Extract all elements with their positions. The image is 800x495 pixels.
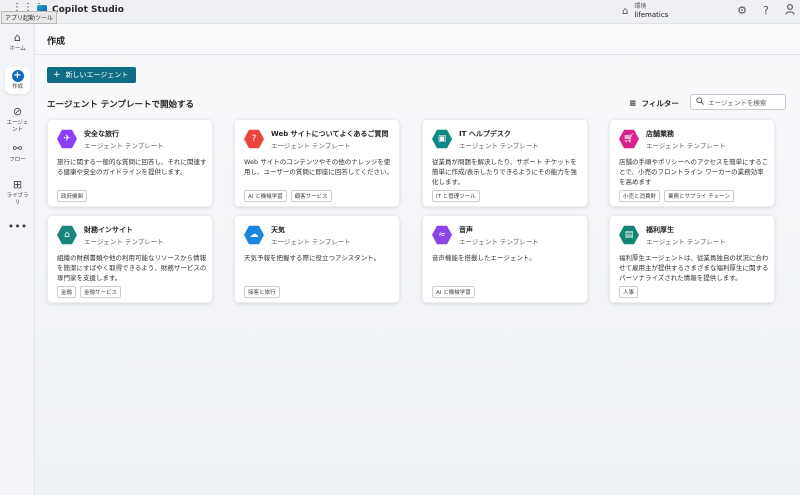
title-divider [35, 54, 800, 55]
main-content: 作成 + 新しいエージェント エージェント テンプレートで開始する ≡ フィルタ… [35, 24, 800, 495]
template-card-safe-travel[interactable]: ✈ 安全な旅行 エージェント テンプレート 旅行に関する一般的な質問に回答し、そ… [47, 119, 213, 207]
new-agent-label: 新しいエージェント [65, 71, 129, 79]
rail-item-home[interactable]: ⌂ ホーム [0, 31, 35, 53]
rail-item-flows[interactable]: ⚯ フロー [0, 142, 35, 164]
card-tag: 政府機関 [57, 190, 88, 202]
card-tag: 金融サービス [80, 286, 122, 298]
rail-label-create: 作成 [11, 84, 23, 90]
card-subtitle: エージェント テンプレート [271, 238, 351, 246]
card-subtitle: エージェント テンプレート [646, 238, 726, 246]
filter-icon: ≡ [629, 98, 637, 109]
environment-picker[interactable]: ⌂ 環境 lifematics [622, 3, 668, 19]
rail-item-create[interactable]: + 作成 [5, 67, 30, 94]
template-card-weather[interactable]: ☁ 天気 エージェント テンプレート 天気予報を把握する際に役立つアシスタント。… [234, 215, 400, 303]
card-tag: AI と機械学習 [432, 286, 475, 298]
environment-label: 環境 [634, 3, 647, 10]
card-title: Web サイトについてよくあるご質問 [271, 130, 389, 138]
search-icon [696, 97, 704, 107]
template-card-it-helpdesk[interactable]: ▣ IT ヘルプデスク エージェント テンプレート 従業員が問題を解決したり、サ… [422, 119, 588, 207]
template-card-voice[interactable]: ≈ 音声 エージェント テンプレート 音声機能を搭載したエージェント。 AI と… [422, 215, 588, 303]
library-icon: ⊞ [12, 178, 23, 191]
account-icon[interactable] [783, 4, 797, 18]
rail-item-library[interactable]: ⊞ ライブラリ [0, 178, 35, 207]
card-description: 組織の財務書類や他の利用可能なリソースから情報を簡潔にすばやく取得できるよう、財… [57, 254, 207, 282]
create-icon: + [11, 70, 24, 82]
document-person-icon: ▤ [619, 225, 639, 245]
settings-icon[interactable]: ⚙ [735, 4, 749, 17]
card-tag: 顧客サービス [290, 190, 332, 202]
airplane-icon: ✈ [57, 129, 77, 149]
monitor-icon: ▣ [432, 129, 452, 149]
card-subtitle: エージェント テンプレート [459, 238, 539, 246]
filter-button[interactable]: ≡ フィルター [629, 98, 679, 109]
card-description: 音声機能を搭載したエージェント。 [432, 254, 536, 262]
left-rail: ⌂ ホーム + 作成 ⊘ エージェント ⚯ フロー ⊞ ライブラリ ••• [0, 24, 35, 495]
template-card-website-faq[interactable]: ? Web サイトについてよくあるご質問 エージェント テンプレート Web サ… [234, 119, 400, 207]
card-tag: 業務とサプライ チェーン [664, 190, 734, 202]
flows-icon: ⚯ [12, 142, 23, 155]
rail-label-flows: フロー [9, 157, 26, 163]
card-tag: AI と機械学習 [244, 190, 287, 202]
card-title: 福利厚生 [646, 226, 674, 234]
card-title: 店舗業務 [646, 130, 674, 138]
card-title: IT ヘルプデスク [459, 130, 511, 138]
card-title: 財務インサイト [84, 226, 133, 234]
card-tag: 人事 [619, 286, 639, 298]
new-agent-button[interactable]: + 新しいエージェント [47, 67, 136, 83]
rail-label-agents: エージェント [6, 120, 29, 133]
home-icon: ⌂ [14, 31, 21, 44]
card-subtitle: エージェント テンプレート [459, 142, 539, 150]
chat-question-icon: ? [244, 129, 264, 149]
environment-value: lifematics [634, 11, 669, 19]
section-title: エージェント テンプレートで開始する [47, 100, 195, 110]
top-bar: ⋮⋮⋮ アプリ起動ツール Copilot Studio ⌂ 環境 lifemat… [0, 0, 800, 24]
card-subtitle: エージェント テンプレート [84, 142, 164, 150]
voice-chat-icon: ≈ [432, 225, 452, 245]
page-title: 作成 [47, 37, 66, 47]
card-tag: 金融 [57, 286, 77, 298]
bank-icon: ⌂ [57, 225, 77, 245]
weather-icon: ☁ [244, 225, 264, 245]
card-tag: IT と管理ツール [432, 190, 480, 202]
card-title: 安全な旅行 [84, 130, 119, 138]
search-input[interactable]: エージェントを検索 [690, 94, 786, 110]
card-title: 音声 [459, 226, 473, 234]
plus-icon: + [53, 70, 61, 80]
help-icon[interactable]: ? [759, 4, 773, 17]
rail-item-more[interactable]: ••• [0, 220, 35, 233]
card-subtitle: エージェント テンプレート [646, 142, 726, 150]
card-description: 福利厚生エージェントは、従業員独自の状況に合わせて雇用主が提供するさまざまな福利… [619, 254, 769, 282]
app-launcher-tooltip: アプリ起動ツール [1, 11, 58, 24]
card-description: 天気予報を把握する際に役立つアシスタント。 [244, 254, 381, 262]
cart-icon: 🛒︎ [619, 129, 639, 149]
filter-label: フィルター [641, 99, 679, 108]
template-card-benefits[interactable]: ▤ 福利厚生 エージェント テンプレート 福利厚生エージェントは、従業員独自の状… [609, 215, 775, 303]
card-description: 従業員が問題を解決したり、サポート チケットを簡単に作成/表示したりできるように… [432, 158, 577, 186]
app-name: Copilot Studio [52, 5, 124, 15]
more-icon: ••• [7, 220, 28, 233]
rail-label-library: ライブラリ [6, 193, 29, 206]
search-placeholder: エージェントを検索 [708, 99, 767, 107]
card-subtitle: エージェント テンプレート [271, 142, 351, 150]
card-tag: 小売と消費財 [619, 190, 661, 202]
card-description: 店舗の手順やポリシーへのアクセスを簡単にすることで、小売のフロントライン ワーカ… [619, 158, 769, 186]
rail-label-home: ホーム [9, 46, 26, 52]
card-subtitle: エージェント テンプレート [84, 238, 164, 246]
agents-icon: ⊘ [12, 105, 23, 118]
card-description: 旅行に関する一般的な質問に回答し、それに関連する健康や安全のガイドラインを提供し… [57, 158, 207, 176]
card-title: 天気 [271, 226, 285, 234]
rail-item-agents[interactable]: ⊘ エージェント [0, 105, 35, 134]
environment-icon: ⌂ [622, 5, 629, 17]
template-card-financial-insights[interactable]: ⌂ 財務インサイト エージェント テンプレート 組織の財務書類や他の利用可能なリ… [47, 215, 213, 303]
card-tag: 接客と旅行 [244, 286, 280, 298]
template-card-store-operations[interactable]: 🛒︎ 店舗業務 エージェント テンプレート 店舗の手順やポリシーへのアクセスを簡… [609, 119, 775, 207]
card-description: Web サイトのコンテンツやその他のナレッジを使用し、ユーザーの質問に即座に回答… [244, 158, 393, 176]
